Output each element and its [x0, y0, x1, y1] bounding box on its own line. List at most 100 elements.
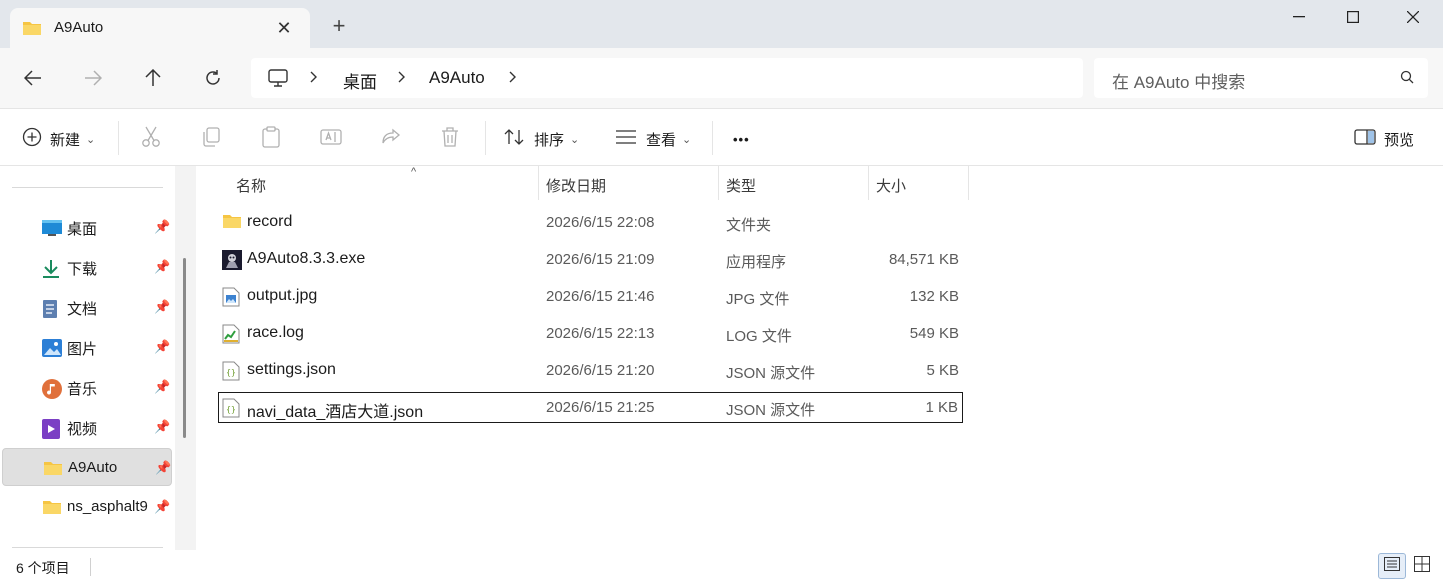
- view-button[interactable]: 查看 ⌄: [616, 125, 691, 153]
- sidebar-item-videos[interactable]: 视频 📌: [2, 408, 172, 446]
- sidebar-item-ns-asphalt9[interactable]: ns_asphalt9 📌: [2, 488, 172, 526]
- breadcrumb-chevron-icon[interactable]: [509, 66, 517, 88]
- delete-button[interactable]: [441, 125, 459, 153]
- file-size: 84,571 KB: [888, 251, 959, 268]
- new-button[interactable]: 新建 ⌄: [22, 125, 95, 153]
- column-header-type[interactable]: 类型: [718, 166, 868, 200]
- minimize-button[interactable]: [1272, 0, 1326, 34]
- sidebar-item-label: 音乐: [67, 381, 98, 398]
- log-file-icon: [222, 324, 240, 344]
- chevron-down-icon: ⌄: [86, 133, 96, 146]
- svg-text:{}: {}: [226, 405, 236, 414]
- folder-icon: [222, 213, 241, 231]
- file-type: 文件夹: [726, 217, 772, 234]
- close-tab-icon[interactable]: ✕: [272, 16, 296, 40]
- tab-a9auto[interactable]: A9Auto ✕: [10, 8, 310, 48]
- sidebar-item-music[interactable]: 音乐 📌: [2, 368, 172, 406]
- command-bar: 新建 ⌄ 排序 ⌄ 查看 ⌄ ••• 预览: [0, 108, 1443, 166]
- file-name: settings.json: [247, 361, 336, 378]
- file-name: navi_data_酒店大道.json: [247, 404, 424, 421]
- pin-icon[interactable]: 📌: [154, 299, 170, 315]
- file-row-a9auto-exe[interactable]: A9Auto8.3.3.exe 2026/6/15 21:09 应用程序 84,…: [218, 244, 963, 275]
- up-button[interactable]: [135, 62, 171, 94]
- pin-icon[interactable]: 📌: [154, 499, 170, 515]
- file-type: 应用程序: [726, 254, 787, 271]
- sidebar-item-label: ns_asphalt9: [67, 498, 148, 515]
- maximize-button[interactable]: [1326, 0, 1380, 34]
- sidebar-item-downloads[interactable]: 下载 📌: [2, 248, 172, 286]
- pin-icon[interactable]: 📌: [154, 219, 170, 235]
- sidebar-item-documents[interactable]: 文档 📌: [2, 288, 172, 326]
- details-view-button[interactable]: [1378, 553, 1406, 579]
- pin-icon[interactable]: 📌: [154, 419, 170, 435]
- preview-label: 预览: [1384, 131, 1415, 149]
- plus-circle-icon: [22, 127, 42, 151]
- divider: [12, 547, 163, 548]
- file-size: 1 KB: [925, 399, 958, 416]
- divider: [90, 558, 91, 576]
- status-bar: 6 个项目: [0, 550, 1443, 583]
- scrollbar-thumb[interactable]: [183, 258, 186, 438]
- more-options-button[interactable]: •••: [733, 125, 750, 153]
- sidebar-item-label: 图片: [67, 341, 98, 358]
- search-icon[interactable]: [1400, 70, 1414, 88]
- breadcrumb-a9auto[interactable]: A9Auto: [429, 68, 485, 88]
- forward-button[interactable]: [75, 62, 111, 94]
- pin-icon[interactable]: 📌: [154, 259, 170, 275]
- sidebar-item-a9auto[interactable]: A9Auto 📌: [2, 448, 172, 486]
- sort-button[interactable]: 排序 ⌄: [504, 125, 579, 153]
- file-size: 549 KB: [909, 325, 959, 342]
- copy-button[interactable]: [201, 125, 221, 153]
- column-header-name[interactable]: 名称 ^: [228, 166, 538, 200]
- cut-button[interactable]: [141, 125, 161, 153]
- file-row-navi-data-json[interactable]: {} navi_data_酒店大道.json 2026/6/15 21:25 J…: [218, 392, 963, 423]
- breadcrumb[interactable]: 桌面 A9Auto: [251, 58, 1083, 98]
- pin-icon[interactable]: 📌: [154, 339, 170, 355]
- details-view-icon: [1384, 557, 1400, 575]
- file-row-race-log[interactable]: race.log 2026/6/15 22:13 LOG 文件 549 KB: [218, 318, 963, 349]
- close-window-button[interactable]: [1386, 0, 1440, 34]
- address-row: 桌面 A9Auto 在 A9Auto 中搜索: [0, 48, 1443, 108]
- computer-icon[interactable]: [268, 69, 288, 91]
- file-name: A9Auto8.3.3.exe: [247, 250, 366, 267]
- file-name: race.log: [247, 324, 304, 341]
- breadcrumb-chevron-icon[interactable]: [398, 66, 406, 88]
- sidebar-item-label: 视频: [67, 421, 98, 438]
- breadcrumb-desktop[interactable]: 桌面: [343, 68, 377, 93]
- sidebar-item-desktop[interactable]: 桌面 📌: [2, 208, 172, 246]
- new-tab-button[interactable]: +: [327, 14, 351, 38]
- file-row-record[interactable]: record 2026/6/15 22:08 文件夹: [218, 207, 963, 238]
- file-type: JSON 源文件: [726, 402, 816, 419]
- exe-icon: [222, 250, 242, 270]
- rename-button[interactable]: [320, 125, 342, 153]
- column-header-label: 修改日期: [546, 178, 607, 195]
- sidebar-scrollbar[interactable]: [175, 166, 196, 550]
- breadcrumb-chevron-icon[interactable]: [310, 66, 318, 88]
- tiles-view-button[interactable]: [1408, 553, 1436, 579]
- sort-icon: [504, 128, 526, 150]
- file-row-settings-json[interactable]: {} settings.json 2026/6/15 21:20 JSON 源文…: [218, 355, 963, 386]
- pin-icon[interactable]: 📌: [155, 460, 171, 476]
- pin-icon[interactable]: 📌: [154, 379, 170, 395]
- file-row-output-jpg[interactable]: output.jpg 2026/6/15 21:46 JPG 文件 132 KB: [218, 281, 963, 312]
- preview-pane-button[interactable]: 预览: [1354, 125, 1414, 153]
- back-button[interactable]: [15, 62, 51, 94]
- file-name: output.jpg: [247, 287, 318, 304]
- file-date: 2026/6/15 22:13: [546, 325, 655, 342]
- view-lines-icon: [616, 130, 636, 148]
- column-header-label: 类型: [726, 178, 757, 195]
- tab-title: A9Auto: [54, 19, 104, 36]
- column-header-size[interactable]: 大小: [868, 166, 968, 200]
- sidebar-item-pictures[interactable]: 图片 📌: [2, 328, 172, 366]
- refresh-button[interactable]: [195, 62, 231, 94]
- file-date: 2026/6/15 21:46: [546, 288, 655, 305]
- column-divider[interactable]: [968, 166, 969, 200]
- file-date: 2026/6/15 21:25: [546, 399, 655, 416]
- search-input[interactable]: 在 A9Auto 中搜索: [1094, 58, 1428, 98]
- paste-button[interactable]: [261, 125, 281, 153]
- file-type: LOG 文件: [726, 328, 792, 345]
- download-icon: [42, 259, 60, 278]
- share-button[interactable]: [381, 125, 401, 153]
- column-header-date[interactable]: 修改日期: [538, 166, 718, 200]
- folder-icon: [42, 499, 61, 517]
